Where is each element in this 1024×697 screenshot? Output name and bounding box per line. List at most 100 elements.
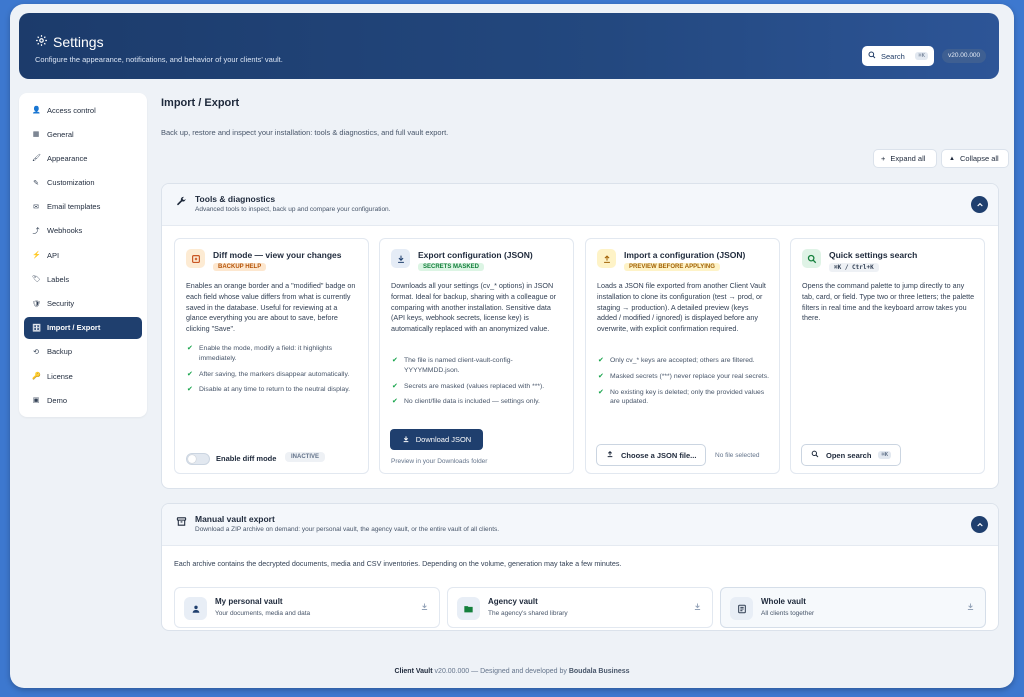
sidebar-item-demo[interactable]: ▣ Demo — [24, 389, 142, 411]
bullet-text: Only cv_* keys are accepted; others are … — [610, 357, 755, 364]
check-icon: ✔ — [598, 388, 604, 396]
download-json-label: Download JSON — [415, 435, 472, 444]
page-title: Import / Export — [161, 97, 240, 109]
import-config-description: Loads a JSON file exported from another … — [597, 281, 766, 334]
collapse-all-button[interactable]: ▲ Collapse all — [941, 149, 1009, 168]
diff-mode-description: Enables an orange border and a "modified… — [186, 281, 356, 334]
sidebar-item-security[interactable]: 🛡 Security — [24, 293, 142, 315]
export-bullets: ✔ The file is named client-vault-config-Y… — [391, 356, 566, 413]
import-config-title: Import a configuration (JSON) — [624, 250, 746, 260]
sidebar-item-labels[interactable]: 🏷 Labels — [24, 268, 142, 290]
quick-search-description: Opens the command palette to jump direct… — [802, 281, 975, 323]
person-icon: 👤 — [32, 107, 41, 114]
export-config-title: Export configuration (JSON) — [418, 250, 533, 260]
secrets-masked-badge: SECRETS MASKED — [418, 263, 485, 271]
key-icon: 🔑 — [32, 373, 41, 381]
vault-panel-title: Manual vault export — [195, 514, 275, 524]
diff-mode-toggle-label: Enable diff mode — [216, 454, 277, 463]
sidebar-item-label: Labels — [47, 274, 70, 284]
collapse-chevron-icon[interactable] — [971, 196, 988, 213]
sidebar-item-email-templates[interactable]: ✉ Email templates — [24, 196, 142, 218]
search-icon — [811, 450, 819, 460]
download-icon — [693, 602, 702, 613]
list-item: ✔ After saving, the markers disappear aut… — [186, 370, 361, 380]
archive-icon — [176, 516, 187, 530]
list-item: ✔ No existing key is deleted; only the pr… — [597, 388, 772, 408]
sidebar-item-api[interactable]: ⚡ API — [24, 244, 142, 266]
check-icon: ✔ — [392, 382, 398, 390]
bullet-text: Masked secrets (***) never replace your … — [610, 372, 770, 380]
download-icon — [391, 249, 410, 268]
check-icon: ✔ — [187, 370, 193, 378]
sidebar-item-label: Webhooks — [47, 226, 83, 236]
tag-icon: 🏷 — [32, 276, 41, 284]
expand-all-button[interactable]: + Expand all — [873, 149, 937, 168]
bullet-text: After saving, the markers disappear auto… — [199, 370, 350, 378]
check-icon: ✔ — [187, 345, 193, 352]
diff-status-badge: INACTIVE — [285, 452, 326, 462]
envelope-icon: ✉ — [33, 203, 39, 211]
open-search-button[interactable]: Open search ⌘K — [801, 444, 902, 466]
search-icon — [802, 249, 821, 268]
file-status: No file selected — [715, 452, 760, 459]
bullet-text: The file is named client-vault-config-YY… — [404, 357, 513, 374]
bullet-text: Secrets are masked (values replaced with… — [404, 382, 545, 390]
download-json-button[interactable]: Download JSON — [390, 429, 483, 450]
header-search-button[interactable]: Search ⌘K — [862, 46, 934, 66]
vault-panel-header[interactable]: Manual vault export Download a ZIP archi… — [162, 504, 998, 546]
bullet-text: Enable the mode, modify a field: it high… — [199, 345, 332, 362]
sidebar-item-label: Customization — [47, 178, 95, 188]
upload-icon — [597, 249, 616, 268]
choose-json-file-button[interactable]: Choose a JSON file... — [596, 444, 707, 466]
sidebar-item-backup[interactable]: ⟲ Backup — [24, 341, 142, 363]
vault-card-description: Your documents, media and data — [215, 610, 311, 617]
list-item: ✔ Disable at any time to return to the ne… — [186, 385, 361, 395]
sidebar-item-customization[interactable]: ✎ Customization — [24, 172, 142, 194]
bullet-text: No existing key is deleted; only the pro… — [610, 388, 765, 406]
diff-mode-toggle[interactable] — [186, 453, 210, 465]
sidebar-item-import-export[interactable]: 🗄 Import / Export — [24, 316, 142, 339]
open-search-label: Open search — [826, 450, 872, 460]
download-icon — [966, 602, 975, 613]
sidebar-item-general[interactable]: ▦ General — [24, 123, 142, 145]
collapse-chevron-icon[interactable] — [971, 516, 988, 533]
settings-header: Settings Configure the appearance, notif… — [19, 13, 999, 79]
check-icon: ✔ — [392, 398, 398, 406]
sidebar-item-label: License — [47, 371, 73, 381]
sidebar-item-webhooks[interactable]: ⤴ Webhooks — [24, 220, 142, 242]
download-note: Preview in your Downloads folder — [391, 458, 488, 465]
demo-icon: ▣ — [32, 397, 40, 405]
sidebar-item-access-control[interactable]: 👤 Access control — [24, 99, 142, 121]
sidebar-item-label: Email templates — [47, 202, 101, 212]
list-item: ✔ No client/file data is included — setti… — [391, 397, 566, 407]
diff-mode-title: Diff mode — view your changes — [213, 250, 342, 260]
wrench-icon — [176, 196, 187, 210]
tools-diagnostics-panel: Tools & diagnostics Advanced tools to in… — [161, 183, 999, 489]
check-icon: ✔ — [392, 357, 398, 364]
personal-vault-card[interactable]: My personal vault Your documents, media … — [174, 587, 440, 628]
agency-vault-card[interactable]: Agency vault The agency's shared library — [447, 587, 713, 628]
choose-file-label: Choose a JSON file... — [621, 450, 697, 460]
whole-vault-card[interactable]: Whole vault All clients together — [720, 587, 986, 628]
diff-mode-bullets: ✔ Enable the mode, modify a field: it hig… — [186, 344, 361, 401]
export-config-card: Export configuration (JSON) SECRETS MASK… — [379, 238, 574, 474]
page-heading: Settings — [53, 34, 104, 50]
footer-brand-link[interactable]: Boudala Business — [569, 668, 630, 675]
vault-card-description: The agency's shared library — [488, 610, 568, 617]
collapse-all-label: Collapse all — [959, 154, 999, 163]
sidebar-item-label: Demo — [47, 395, 68, 405]
history-icon: ⟲ — [33, 348, 39, 356]
quick-search-title: Quick settings search — [829, 250, 918, 260]
tools-panel-header[interactable]: Tools & diagnostics Advanced tools to in… — [162, 184, 998, 226]
sidebar-item-appearance[interactable]: 🖌 Appearance — [24, 147, 142, 169]
list-item: ✔ Only cv_* keys are accepted; others are… — [597, 356, 772, 366]
list-item: ✔ Enable the mode, modify a field: it hig… — [186, 344, 361, 364]
plus-icon: + — [881, 154, 886, 163]
code-icon: ⚡ — [32, 252, 41, 260]
sidebar-item-license[interactable]: 🔑 License — [24, 365, 142, 387]
sidebar-item-label: Security — [47, 299, 75, 308]
settings-sidebar: 👤 Access control ▦ General 🖌 Appearance ✎ Cu… — [19, 93, 147, 417]
check-icon: ✔ — [598, 357, 604, 364]
check-icon: ✔ — [598, 372, 604, 380]
check-icon: ✔ — [187, 386, 193, 394]
